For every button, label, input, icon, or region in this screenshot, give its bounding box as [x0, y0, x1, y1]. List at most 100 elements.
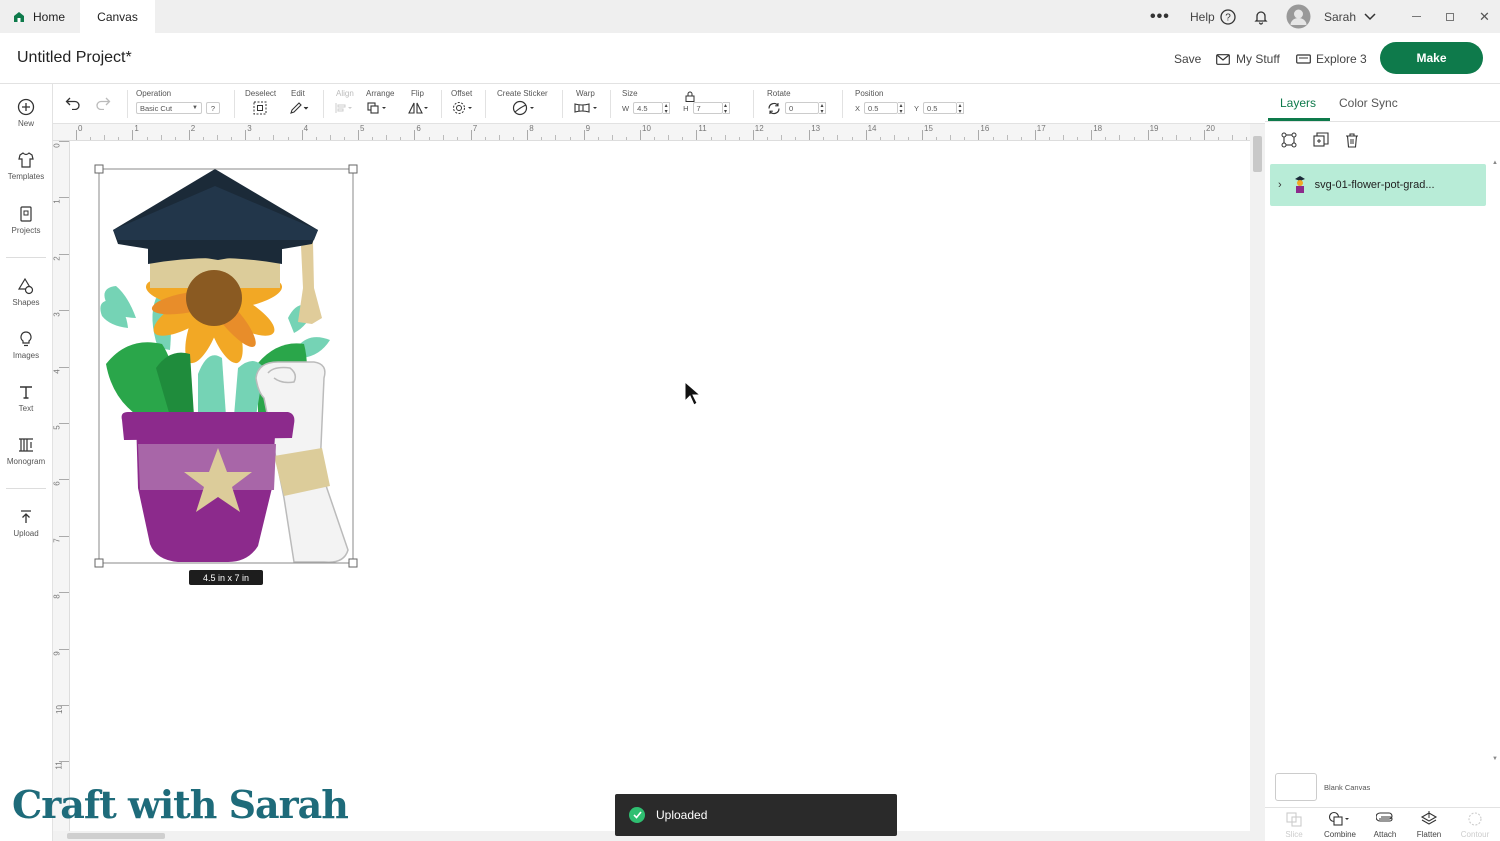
ruler-tick: [59, 648, 69, 650]
left-sidebar: New Templates Projects Shapes Images Tex…: [0, 84, 53, 841]
operation-select[interactable]: Basic Cut ▼ ?: [136, 101, 220, 115]
ruler-tick-label: 8: [529, 124, 534, 133]
duplicate-icon[interactable]: [1313, 132, 1329, 148]
layers-scrollbar[interactable]: ▲ ▼: [1492, 160, 1500, 770]
edit-label: Edit: [291, 89, 305, 98]
sidebar-item-label: Monogram: [6, 457, 46, 466]
ruler-tick-label: 1: [53, 199, 62, 205]
sidebar-item-new[interactable]: New: [0, 98, 52, 142]
ruler-tick-label: 7: [472, 124, 478, 133]
align-button[interactable]: [334, 101, 354, 115]
my-stuff-button[interactable]: My Stuff: [1216, 52, 1280, 66]
machine-select-button[interactable]: Explore 3: [1296, 52, 1367, 66]
ruler-tick-label: 2: [53, 256, 62, 261]
deselect-button[interactable]: [253, 101, 267, 115]
sidebar-divider: [6, 488, 46, 489]
sidebar-item-label: Upload: [13, 529, 39, 538]
sidebar-item-templates[interactable]: Templates: [0, 151, 52, 195]
flip-button[interactable]: [407, 101, 429, 115]
ruler-tick-label: 4: [53, 368, 62, 374]
create-sticker-button[interactable]: [512, 100, 536, 116]
scrollbar-thumb[interactable]: [1253, 136, 1262, 172]
undo-button[interactable]: [65, 96, 81, 112]
ruler-tick-label: 8: [53, 594, 62, 599]
minimize-icon: [1412, 16, 1421, 17]
tab-bar: Home Canvas ••• Help ? Sarah ✕: [0, 0, 1500, 33]
sidebar-item-monogram[interactable]: Monogram: [0, 436, 52, 480]
help-button[interactable]: Help ?: [1190, 0, 1236, 33]
x-label: X: [855, 103, 861, 113]
sidebar-item-images[interactable]: Images: [0, 330, 52, 374]
sidebar-item-upload[interactable]: Upload: [0, 508, 52, 552]
y-position-stepper[interactable]: ▴ ▾: [957, 102, 965, 115]
redo-button[interactable]: [95, 96, 111, 112]
ruler-tick: [59, 705, 69, 706]
combine-button[interactable]: Combine: [1318, 811, 1362, 839]
sidebar-item-text[interactable]: Text: [0, 383, 52, 427]
attach-button[interactable]: Attach: [1363, 811, 1407, 839]
tab-layers[interactable]: Layers: [1280, 96, 1316, 110]
offset-button[interactable]: [452, 101, 474, 115]
deselect-label: Deselect: [245, 89, 277, 98]
check-circle-icon: [629, 807, 645, 823]
ruler-tick-label: 9: [585, 124, 591, 133]
layer-name: svg-01-flower-pot-grad...: [1314, 179, 1435, 191]
deselect-icon: [253, 101, 267, 115]
tab-home[interactable]: Home: [0, 0, 80, 33]
group-icon[interactable]: [1281, 132, 1297, 148]
sidebar-item-projects[interactable]: Projects: [0, 205, 52, 249]
ruler-tick-label: 9: [53, 650, 62, 656]
user-menu[interactable]: Sarah: [1286, 0, 1376, 33]
width-label: W: [622, 103, 630, 113]
offset-label: Offset: [451, 89, 473, 98]
warp-button[interactable]: [573, 101, 599, 115]
more-options-button[interactable]: •••: [1150, 0, 1170, 33]
combine-icon: [1328, 811, 1349, 826]
machine-label: Explore 3: [1316, 52, 1367, 66]
trash-icon[interactable]: [1344, 132, 1360, 148]
attach-label: Attach: [1373, 830, 1397, 839]
height-stepper[interactable]: ▴ ▾: [722, 102, 730, 115]
ruler-tick-label: 10: [642, 124, 651, 133]
restore-button[interactable]: [1446, 0, 1454, 33]
rotate-input[interactable]: 0: [785, 102, 819, 114]
rotate-stepper[interactable]: ▴ ▾: [819, 102, 826, 115]
chevron-down-icon: [1364, 12, 1376, 20]
ruler-tick-label: 2: [190, 124, 196, 133]
ruler-tick-label: 0: [78, 124, 83, 133]
y-position-input[interactable]: 0.5: [923, 102, 958, 114]
chevron-right-icon[interactable]: ›: [1278, 179, 1282, 191]
save-button[interactable]: Save: [1174, 52, 1201, 66]
toolbar-divider: [562, 90, 563, 118]
arrange-button[interactable]: [366, 101, 388, 115]
ruler-tick-label: 14: [867, 124, 877, 133]
selection-bounding-box[interactable]: [93, 163, 363, 573]
width-input[interactable]: 4.5: [633, 102, 664, 114]
flatten-button[interactable]: Flatten: [1407, 811, 1451, 839]
layer-item[interactable]: › svg-01-flower-pot-grad...: [1270, 164, 1486, 206]
contour-button[interactable]: Contour: [1453, 811, 1497, 839]
close-button[interactable]: ✕: [1479, 0, 1490, 33]
edit-button[interactable]: [289, 101, 309, 115]
scrollbar-thumb[interactable]: [67, 833, 165, 839]
vertical-scrollbar[interactable]: [1250, 124, 1265, 841]
sidebar-item-shapes[interactable]: Shapes: [0, 277, 52, 321]
ruler-tick: [59, 197, 69, 199]
offset-icon: [453, 102, 472, 114]
x-position-stepper[interactable]: ▴ ▾: [898, 102, 906, 115]
ruler-tick: [59, 535, 69, 537]
height-input[interactable]: 7: [692, 102, 723, 114]
blank-canvas-swatch[interactable]: [1275, 773, 1317, 801]
x-position-input[interactable]: 0.5: [864, 102, 899, 114]
redo-icon: [96, 97, 111, 111]
ruler-tick: [59, 479, 69, 481]
slice-button[interactable]: Slice: [1272, 811, 1316, 839]
make-button[interactable]: Make: [1380, 42, 1483, 74]
tab-color-sync[interactable]: Color Sync: [1339, 96, 1398, 110]
width-stepper[interactable]: ▴ ▾: [663, 102, 671, 115]
tab-canvas[interactable]: Canvas: [80, 0, 155, 33]
operation-dropdown[interactable]: Basic Cut ▼: [136, 102, 202, 114]
minimize-button[interactable]: [1412, 0, 1421, 33]
operation-help-button[interactable]: ?: [206, 102, 220, 114]
notifications-button[interactable]: [1253, 0, 1269, 33]
